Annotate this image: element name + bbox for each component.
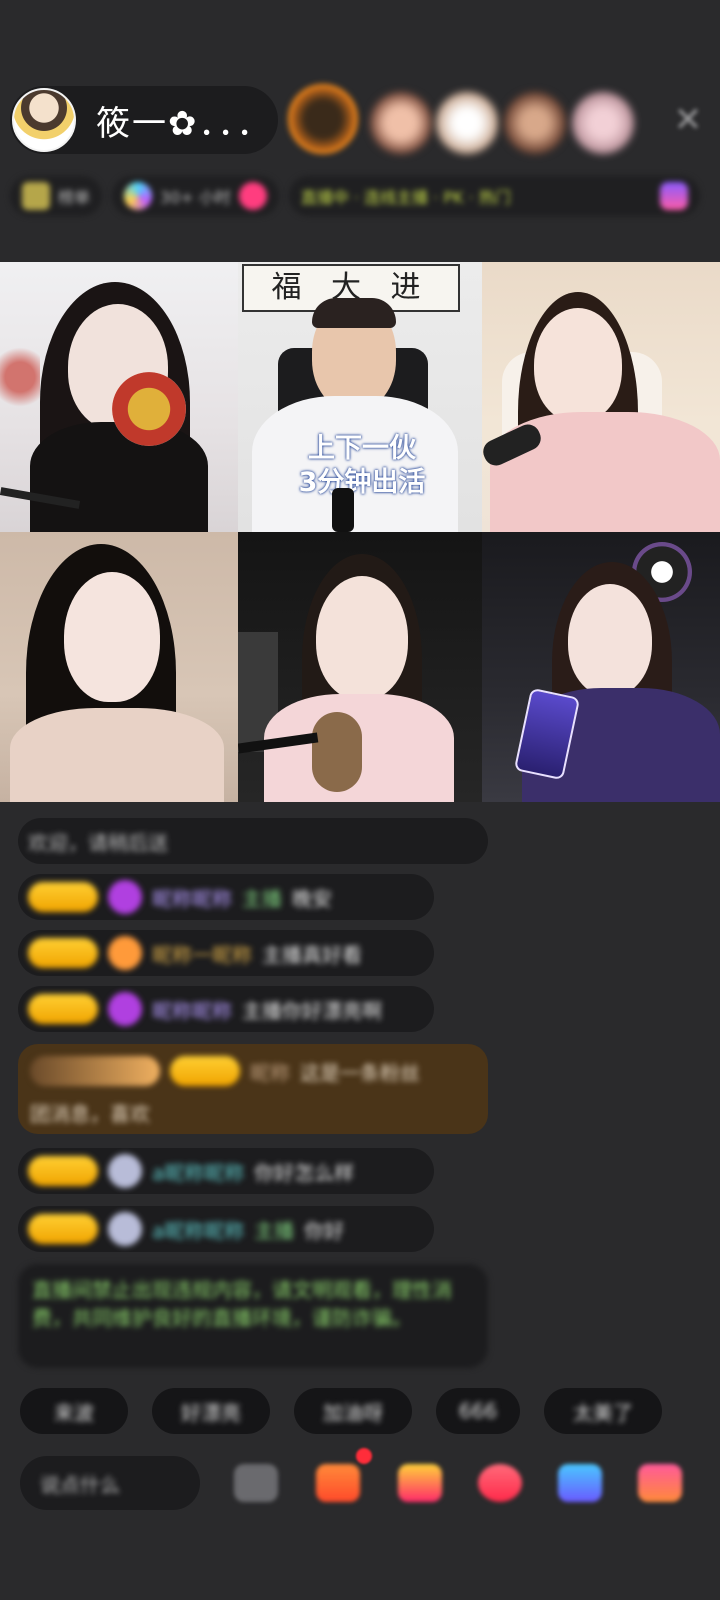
- emoji-icon[interactable]: [234, 1464, 278, 1502]
- host-info-pill[interactable]: 筱一✿．．．: [10, 86, 278, 154]
- chat-message[interactable]: 昵称一昵称 主播真好看: [18, 930, 434, 976]
- top-viewer-avatar-2[interactable]: [370, 92, 432, 154]
- quick-reply-row: 来波 好漂亮 加油呀 666 太美了: [20, 1388, 720, 1438]
- host-avatar[interactable]: [12, 88, 76, 152]
- chat-message[interactable]: a昵称昵称 主播 你好: [18, 1206, 434, 1252]
- video-tile-2[interactable]: 福 大 进 上下一伙 3分钟出活: [238, 262, 482, 532]
- chat-message[interactable]: 昵称昵称 主播 晚安: [18, 874, 434, 920]
- chat-username[interactable]: a昵称昵称: [152, 1157, 244, 1186]
- chat-text: 欢迎，请稍后送: [28, 830, 168, 855]
- quick-reply-3[interactable]: 加油呀: [294, 1388, 412, 1434]
- stats-row: 榜单 30+ 小时 直播中 · 连线主播 · PK · 热门: [10, 170, 700, 222]
- chat-message[interactable]: a昵称昵称 你好怎么样: [18, 1148, 434, 1194]
- quick-reply-4[interactable]: 666: [436, 1388, 520, 1434]
- notification-dot: [356, 1448, 372, 1464]
- video-caption: 上下一伙 3分钟出活: [298, 433, 426, 498]
- chat-message[interactable]: 昵称昵称 主播你好漂亮啊: [18, 986, 434, 1032]
- promo-chip[interactable]: 直播中 · 连线主播 · PK · 热门: [288, 176, 700, 216]
- quick-reply-1[interactable]: 来波: [20, 1388, 128, 1434]
- video-tile-3[interactable]: [482, 262, 720, 532]
- multi-guest-video-grid: 福 大 进 上下一伙 3分钟出活: [0, 262, 720, 802]
- promo-text: 直播中 · 连线主播 · PK · 热门: [300, 188, 511, 207]
- top-viewer-avatar-5[interactable]: [572, 92, 634, 154]
- top-viewer-avatar-1[interactable]: [288, 84, 358, 154]
- chat-username[interactable]: 昵称昵称: [152, 995, 232, 1024]
- chat-text: 你好怎么样: [254, 1160, 355, 1185]
- top-viewer-avatar-4[interactable]: [504, 92, 566, 154]
- video-tile-4[interactable]: [0, 532, 238, 802]
- fan-level-badge: [28, 994, 98, 1024]
- quick-reply-5[interactable]: 太美了: [544, 1388, 662, 1434]
- diamond-icon: [108, 992, 142, 1026]
- video-tile-6[interactable]: [482, 532, 720, 802]
- more-icon[interactable]: [638, 1464, 682, 1502]
- duration-chip[interactable]: 30+ 小时: [112, 176, 279, 216]
- chat-target: 主播: [242, 886, 282, 911]
- fan-level-badge: [28, 1156, 98, 1186]
- duration-label: 30+ 小时: [160, 188, 231, 207]
- close-icon[interactable]: ✕: [668, 100, 708, 140]
- chat-text: 主播你好漂亮啊: [242, 998, 382, 1023]
- fire-icon: [238, 182, 267, 210]
- fan-level-badge: [28, 938, 98, 968]
- chat-username[interactable]: 昵称昵称: [152, 883, 232, 912]
- heart-icon: [108, 936, 142, 970]
- system-notice: 直播间禁止出现违规内容，请文明观看，理性消费，共同维护良好的直播环境，谨防诈骗。: [18, 1264, 488, 1368]
- gift-box-icon[interactable]: [316, 1464, 360, 1502]
- fan-level-badge: [28, 1214, 98, 1244]
- quick-reply-2[interactable]: 好漂亮: [152, 1388, 270, 1434]
- user-avatar-icon: [108, 1212, 142, 1246]
- planet-icon: [124, 182, 153, 210]
- gift-icon[interactable]: [398, 1464, 442, 1502]
- chat-system-message: 欢迎，请稍后送: [18, 818, 488, 864]
- chat-target: 主播: [254, 1218, 295, 1243]
- video-tile-5[interactable]: [238, 532, 482, 802]
- rank-label: 榜单: [58, 188, 91, 207]
- chat-text: 你好: [304, 1218, 345, 1243]
- trophy-icon: [22, 182, 50, 210]
- chat-username[interactable]: a昵称昵称: [152, 1215, 244, 1244]
- video-tile-1[interactable]: [0, 262, 238, 532]
- bottom-action-bar: 说点什么: [20, 1448, 720, 1512]
- fan-level-badge: [28, 882, 98, 912]
- rank-chip[interactable]: 榜单: [10, 176, 103, 216]
- badge-icon: [660, 182, 688, 210]
- chat-highlight-message[interactable]: 昵称 这是一条粉丝 团消息，喜欢: [18, 1044, 488, 1134]
- host-name: 筱一✿．．．: [96, 103, 273, 144]
- chat-text: 主播真好看: [262, 942, 362, 967]
- chat-text: 晚安: [292, 886, 332, 911]
- diamond-icon: [108, 880, 142, 914]
- heart-icon[interactable]: [478, 1464, 522, 1502]
- top-viewer-avatar-3[interactable]: [436, 92, 498, 154]
- chat-username[interactable]: 昵称: [250, 1057, 290, 1086]
- comment-input[interactable]: 说点什么: [20, 1456, 200, 1510]
- chat-text: 这是一条粉丝: [300, 1060, 420, 1085]
- chat-username[interactable]: 昵称一昵称: [152, 939, 252, 968]
- share-icon[interactable]: [558, 1464, 602, 1502]
- user-avatar-icon: [108, 1154, 142, 1188]
- chat-text-line2: 团消息，喜欢: [30, 1102, 150, 1126]
